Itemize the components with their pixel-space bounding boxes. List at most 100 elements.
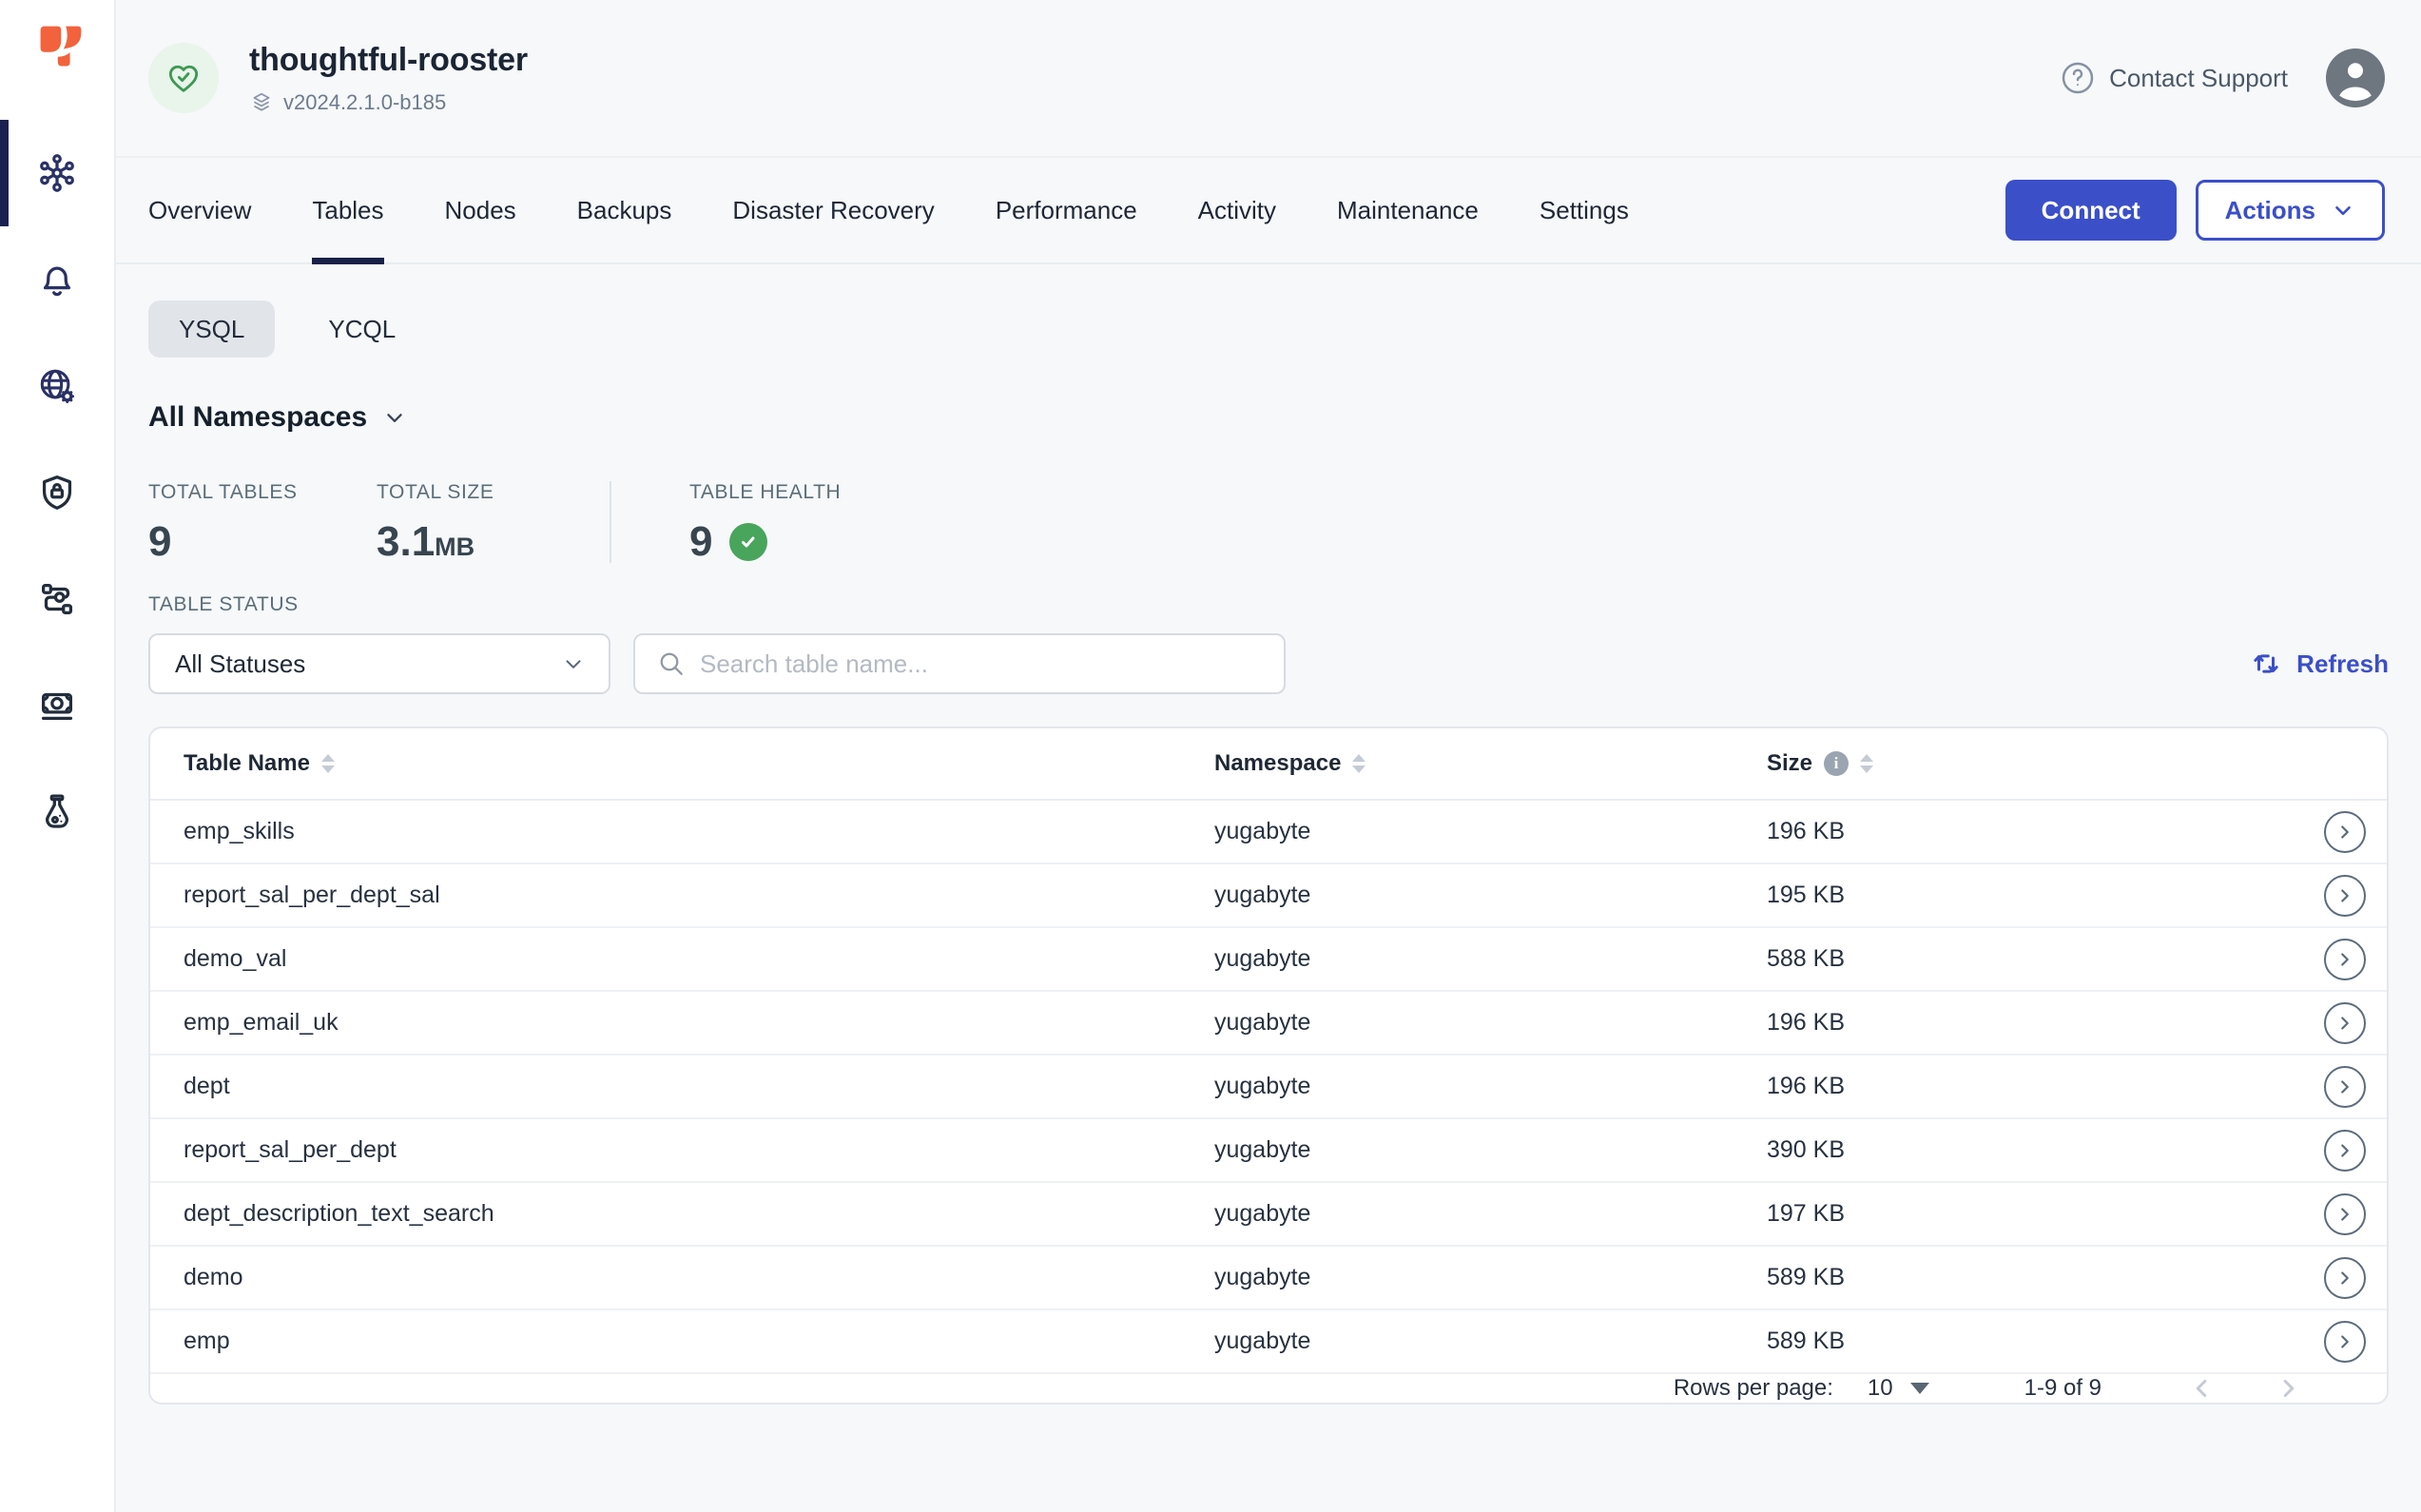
namespace-selector[interactable]: All Namespaces — [148, 401, 2389, 434]
sidebar-item-alerts[interactable] — [0, 226, 114, 333]
row-open-button[interactable] — [2324, 875, 2366, 917]
search-icon — [656, 649, 687, 679]
refresh-button[interactable]: Refresh — [2249, 647, 2389, 681]
stat-total-tables: TOTAL TABLES 9 — [148, 481, 377, 563]
cell-size: 588 KB — [1767, 945, 2278, 973]
cell-table-name: demo_val — [184, 945, 1214, 973]
tab-nodes[interactable]: Nodes — [445, 158, 516, 262]
tab-overview[interactable]: Overview — [148, 158, 251, 262]
cell-namespace: yugabyte — [1214, 1136, 1767, 1164]
version-row: v2024.2.1.0-b185 — [249, 90, 528, 115]
column-header-namespace[interactable]: Namespace — [1214, 750, 1767, 777]
table-row[interactable]: report_sal_per_dept_sal yugabyte 195 KB — [150, 864, 2387, 928]
cell-namespace: yugabyte — [1214, 1200, 1767, 1228]
tab-performance[interactable]: Performance — [996, 158, 1137, 262]
tab-maintenance[interactable]: Maintenance — [1337, 158, 1479, 262]
sidebar-item-clusters[interactable] — [0, 120, 114, 226]
cell-namespace: yugabyte — [1214, 818, 1767, 845]
row-open-button[interactable] — [2324, 1321, 2366, 1363]
cell-table-name: dept_description_text_search — [184, 1200, 1214, 1228]
tab-tables[interactable]: Tables — [312, 158, 383, 262]
previous-page-button[interactable] — [2187, 1374, 2216, 1403]
sidebar-item-labs[interactable] — [0, 759, 114, 865]
rows-per-page-select[interactable]: 10 — [1868, 1375, 1929, 1402]
info-icon[interactable]: i — [1824, 751, 1849, 776]
column-label: Table Name — [184, 750, 310, 777]
cell-table-name: report_sal_per_dept_sal — [184, 882, 1214, 909]
cell-size: 196 KB — [1767, 1009, 2278, 1037]
chevron-right-icon — [2334, 1013, 2355, 1034]
cell-table-name: dept — [184, 1073, 1214, 1100]
size-unit: MB — [435, 533, 475, 561]
chevron-right-icon — [2334, 1331, 2355, 1352]
tab-disaster-recovery[interactable]: Disaster Recovery — [732, 158, 934, 262]
namespace-label: All Namespaces — [148, 401, 367, 434]
refresh-label: Refresh — [2296, 649, 2389, 679]
health-number: 9 — [689, 521, 712, 563]
chevron-right-icon — [2334, 1204, 2355, 1225]
connect-button[interactable]: Connect — [2005, 180, 2177, 241]
row-open-button[interactable] — [2324, 939, 2366, 980]
sidebar-item-billing[interactable] — [0, 652, 114, 759]
refresh-icon — [2249, 647, 2283, 681]
heart-check-icon — [165, 59, 203, 97]
clusters-icon — [35, 151, 79, 195]
cluster-title-block: thoughtful-rooster v2024.2.1.0-b185 — [249, 42, 528, 115]
header-right: Contact Support — [2059, 48, 2385, 107]
sidebar-item-network[interactable] — [0, 333, 114, 439]
user-avatar[interactable] — [2326, 48, 2385, 107]
stat-value: 3.1MB — [377, 521, 610, 563]
chevron-down-icon — [561, 651, 586, 676]
contact-support-link[interactable]: Contact Support — [2059, 59, 2288, 97]
stat-table-health: TABLE HEALTH 9 — [689, 481, 841, 563]
row-open-button[interactable] — [2324, 1193, 2366, 1235]
table-row[interactable]: demo_val yugabyte 588 KB — [150, 928, 2387, 992]
table-row[interactable]: dept yugabyte 196 KB — [150, 1056, 2387, 1119]
table-row[interactable]: emp_skills yugabyte 196 KB — [150, 801, 2387, 864]
layers-icon — [249, 90, 274, 115]
cell-namespace: yugabyte — [1214, 1009, 1767, 1037]
table-row[interactable]: dept_description_text_search yugabyte 19… — [150, 1183, 2387, 1247]
sidebar-item-integrations[interactable] — [0, 546, 114, 652]
row-open-button[interactable] — [2324, 1066, 2366, 1108]
row-open-button[interactable] — [2324, 811, 2366, 853]
toggle-ysql[interactable]: YSQL — [148, 300, 275, 358]
active-indicator — [0, 120, 9, 226]
billing-cash-icon — [35, 684, 79, 727]
row-open-button[interactable] — [2324, 1130, 2366, 1172]
table-row[interactable]: report_sal_per_dept yugabyte 390 KB — [150, 1119, 2387, 1183]
security-shield-lock-icon — [35, 471, 79, 514]
cluster-nav: Overview Tables Nodes Backups Disaster R… — [116, 158, 2421, 264]
cell-size: 196 KB — [1767, 818, 2278, 845]
chevron-right-icon — [2334, 1140, 2355, 1161]
column-header-table-name[interactable]: Table Name — [184, 750, 1214, 777]
cluster-header: thoughtful-rooster v2024.2.1.0-b185 Cont… — [116, 0, 2421, 158]
actions-button[interactable]: Actions — [2196, 180, 2385, 241]
table-row[interactable]: emp yugabyte 589 KB — [150, 1310, 2387, 1374]
table-row[interactable]: emp_email_uk yugabyte 196 KB — [150, 992, 2387, 1056]
tab-backups[interactable]: Backups — [577, 158, 672, 262]
tab-activity[interactable]: Activity — [1198, 158, 1276, 262]
sort-icon — [321, 754, 335, 773]
sidebar-item-security[interactable] — [0, 439, 114, 546]
stat-value: 9 — [148, 521, 377, 563]
cell-table-name: emp_email_uk — [184, 1009, 1214, 1037]
chevron-down-icon — [2331, 198, 2355, 223]
rows-per-page-label: Rows per page: — [1674, 1375, 1833, 1402]
stat-total-size: TOTAL SIZE 3.1MB — [377, 481, 610, 563]
table-row[interactable]: demo yugabyte 589 KB — [150, 1247, 2387, 1310]
toggle-ycql[interactable]: YCQL — [298, 300, 426, 358]
tab-settings[interactable]: Settings — [1540, 158, 1629, 262]
search-input[interactable] — [700, 649, 1267, 679]
status-select[interactable]: All Statuses — [148, 633, 610, 694]
cell-size: 589 KB — [1767, 1264, 2278, 1291]
column-header-size[interactable]: Size i — [1767, 750, 2278, 777]
row-open-button[interactable] — [2324, 1257, 2366, 1299]
labs-flask-icon — [35, 790, 79, 834]
chevron-right-icon — [2275, 1374, 2303, 1403]
person-icon — [2326, 48, 2385, 107]
row-open-button[interactable] — [2324, 1002, 2366, 1044]
chevron-right-icon — [2334, 1268, 2355, 1289]
yugabyte-logo[interactable] — [28, 15, 87, 74]
next-page-button[interactable] — [2275, 1374, 2303, 1403]
